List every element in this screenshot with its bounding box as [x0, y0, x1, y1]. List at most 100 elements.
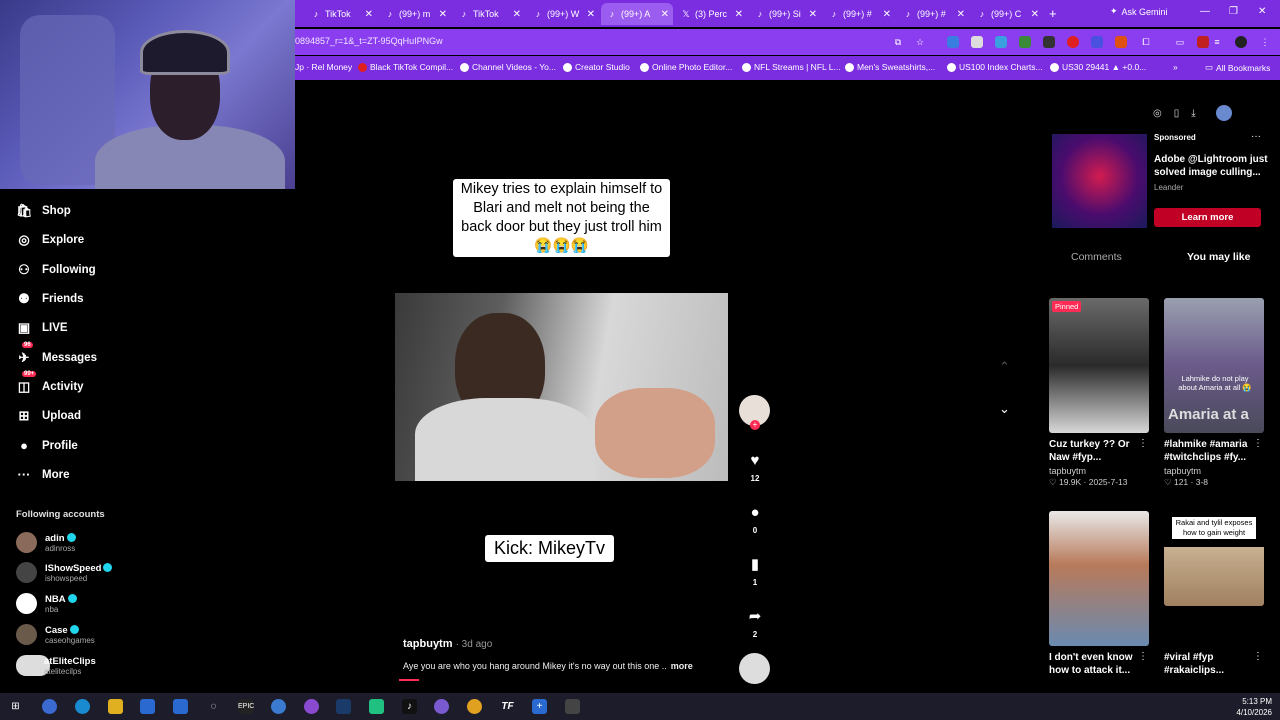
- ad-image[interactable]: [1052, 134, 1147, 228]
- video-card[interactable]: I don't even know how to attack it... ⋮: [1049, 511, 1150, 677]
- close-icon[interactable]: ✕: [883, 9, 891, 20]
- browser-tab[interactable]: ♪ TikTok ✕: [453, 3, 525, 25]
- extension-icon[interactable]: [1115, 36, 1127, 48]
- minimize-button[interactable]: —: [1200, 6, 1210, 17]
- kebab-menu-icon[interactable]: ⋮: [1259, 36, 1271, 48]
- following-account[interactable]: atEliteClips atelitecilps: [16, 655, 96, 676]
- app-icon[interactable]: [565, 699, 580, 714]
- chrome-icon[interactable]: [467, 699, 482, 714]
- bookmark-star-icon[interactable]: ☆: [914, 36, 926, 48]
- bookmark-item[interactable]: Online Photo Editor...: [640, 62, 732, 72]
- steam-icon[interactable]: [336, 699, 351, 714]
- browser-tab-active[interactable]: ♪ (99+) A ✕: [601, 3, 673, 25]
- bookmark-item[interactable]: US30 29441 ▲ +0.0...: [1050, 62, 1146, 72]
- bookmark-item[interactable]: Channel Videos - Yo...: [460, 62, 556, 72]
- extension-icon[interactable]: [1091, 36, 1103, 48]
- learn-more-button[interactable]: Learn more: [1154, 208, 1261, 227]
- extension-icon[interactable]: [995, 36, 1007, 48]
- profile-avatar-icon[interactable]: [1215, 105, 1232, 121]
- close-icon[interactable]: ✕: [1031, 9, 1039, 20]
- close-icon[interactable]: ✕: [587, 9, 595, 20]
- music-disc-avatar[interactable]: [739, 653, 770, 684]
- close-icon[interactable]: ✕: [439, 9, 447, 20]
- file-explorer-icon[interactable]: [108, 699, 123, 714]
- browser-tab[interactable]: ♪ (99+) W ✕: [527, 3, 599, 25]
- bookmark-item[interactable]: Creator Studio: [563, 62, 630, 72]
- video-player[interactable]: [395, 293, 728, 481]
- sidebar-item-friends[interactable]: ⚉ Friends: [16, 291, 83, 307]
- tiktok-icon[interactable]: ♪: [402, 699, 417, 714]
- card-menu-icon[interactable]: ⋮: [1253, 651, 1263, 662]
- window-close-button[interactable]: ✕: [1258, 6, 1266, 17]
- following-account[interactable]: IShowSpeed ishowspeed: [16, 562, 113, 583]
- close-icon[interactable]: ✕: [513, 9, 521, 20]
- like-button[interactable]: ♥ 12: [740, 452, 770, 483]
- video-author[interactable]: tapbuytm · 3d ago: [403, 638, 492, 650]
- extension-icon[interactable]: [971, 36, 983, 48]
- close-icon[interactable]: ✕: [809, 9, 817, 20]
- bookmark-item[interactable]: Black TikTok Compil...: [358, 62, 453, 72]
- bookmark-item[interactable]: NFL Streams | NFL L...: [742, 62, 841, 72]
- browser-tab[interactable]: 𝕏 (3) Perc ✕: [675, 3, 747, 25]
- following-account[interactable]: Case caseohgames: [16, 624, 95, 645]
- share-button[interactable]: ➦ 2: [740, 608, 770, 639]
- following-account[interactable]: NBA nba: [16, 593, 77, 614]
- sidebar-item-activity[interactable]: ◫ 99+ Activity: [16, 371, 84, 395]
- side-panel-icon[interactable]: ▭: [1174, 36, 1186, 48]
- sidebar-item-following[interactable]: ⚇ Following: [16, 262, 95, 278]
- media-controls-icon[interactable]: ≡: [1211, 36, 1223, 48]
- card-menu-icon[interactable]: ⋮: [1138, 651, 1148, 662]
- ask-gemini-button[interactable]: ✦ Ask Gemini: [1110, 6, 1168, 17]
- close-icon[interactable]: ✕: [365, 9, 373, 20]
- browser-tab[interactable]: ♪ TikTok ✕: [305, 3, 377, 25]
- url-field[interactable]: 0894857_r=1&_t=ZT-95QqHuIPNGw: [295, 36, 443, 46]
- all-bookmarks-button[interactable]: ▭ All Bookmarks: [1205, 62, 1270, 73]
- extension-icon[interactable]: [1019, 36, 1031, 48]
- close-icon[interactable]: ✕: [957, 9, 965, 20]
- app-icon[interactable]: ◌: [206, 699, 221, 714]
- copilot-icon[interactable]: [42, 699, 57, 714]
- outlook-icon[interactable]: [173, 699, 188, 714]
- chevron-down-icon[interactable]: ⌄: [999, 401, 1010, 417]
- edge-icon[interactable]: [75, 699, 90, 714]
- sidebar-item-profile[interactable]: ● Profile: [16, 438, 78, 453]
- app-icon[interactable]: [434, 699, 449, 714]
- phone-icon[interactable]: ▯: [1174, 108, 1180, 119]
- tab-you-may-like[interactable]: You may like: [1187, 251, 1250, 263]
- browser-tab[interactable]: ♪ (99+) m ✕: [379, 3, 451, 25]
- app-icon[interactable]: +: [532, 699, 547, 714]
- chevron-up-icon[interactable]: ⌃: [999, 359, 1010, 375]
- browser-tab[interactable]: ♪ (99+) Si ✕: [749, 3, 821, 25]
- video-progress-bar[interactable]: [399, 679, 419, 681]
- tab-comments[interactable]: Comments: [1071, 251, 1122, 263]
- app-icon[interactable]: [369, 699, 384, 714]
- browser-tab[interactable]: ♪ (99+) # ✕: [897, 3, 969, 25]
- maximize-button[interactable]: ❐: [1229, 6, 1238, 17]
- sidebar-item-messages[interactable]: ✈ 96 Messages: [16, 342, 97, 366]
- video-card[interactable]: Rakai and tylil exposes how to gain weig…: [1164, 511, 1265, 677]
- discord-icon[interactable]: [304, 699, 319, 714]
- ad-title[interactable]: Adobe @Lightroom just solved image culli…: [1154, 153, 1269, 179]
- browser-tab[interactable]: ♪ (99+) C ✕: [971, 3, 1043, 25]
- epic-games-icon[interactable]: EPIC: [238, 699, 254, 714]
- ad-more-icon[interactable]: ···: [1251, 131, 1261, 142]
- follow-plus-icon[interactable]: +: [750, 420, 760, 430]
- compass-icon[interactable]: ◎: [1153, 108, 1162, 119]
- bookmark-item[interactable]: Men's Sweatshirts,...: [845, 62, 935, 72]
- more-link[interactable]: more: [671, 661, 693, 671]
- close-icon[interactable]: ✕: [661, 9, 669, 20]
- bookmark-item[interactable]: Jp · Rel Money: [295, 62, 352, 72]
- taskbar-clock[interactable]: 5:13 PM 4/10/2026: [1236, 696, 1272, 718]
- sidebar-item-explore[interactable]: ◎ Explore: [16, 232, 84, 248]
- windows-start-icon[interactable]: ⊞: [8, 699, 23, 714]
- browser-tab[interactable]: ♪ (99+) # ✕: [823, 3, 895, 25]
- sidebar-item-live[interactable]: ▣ LIVE: [16, 320, 68, 336]
- save-button[interactable]: ▮ 1: [740, 556, 770, 587]
- sidebar-item-shop[interactable]: 🛍 Shop: [16, 203, 71, 219]
- extension-icon[interactable]: [947, 36, 959, 48]
- following-account[interactable]: adin adinross: [16, 532, 76, 553]
- video-card[interactable]: Pinned Cuz turkey ?? Or Naw #fyp... tapb…: [1049, 298, 1150, 488]
- video-card[interactable]: Lahmike do not play about Amaria at all …: [1164, 298, 1265, 488]
- app-icon[interactable]: TF: [500, 699, 515, 714]
- profile-avatar-icon[interactable]: [1235, 36, 1247, 48]
